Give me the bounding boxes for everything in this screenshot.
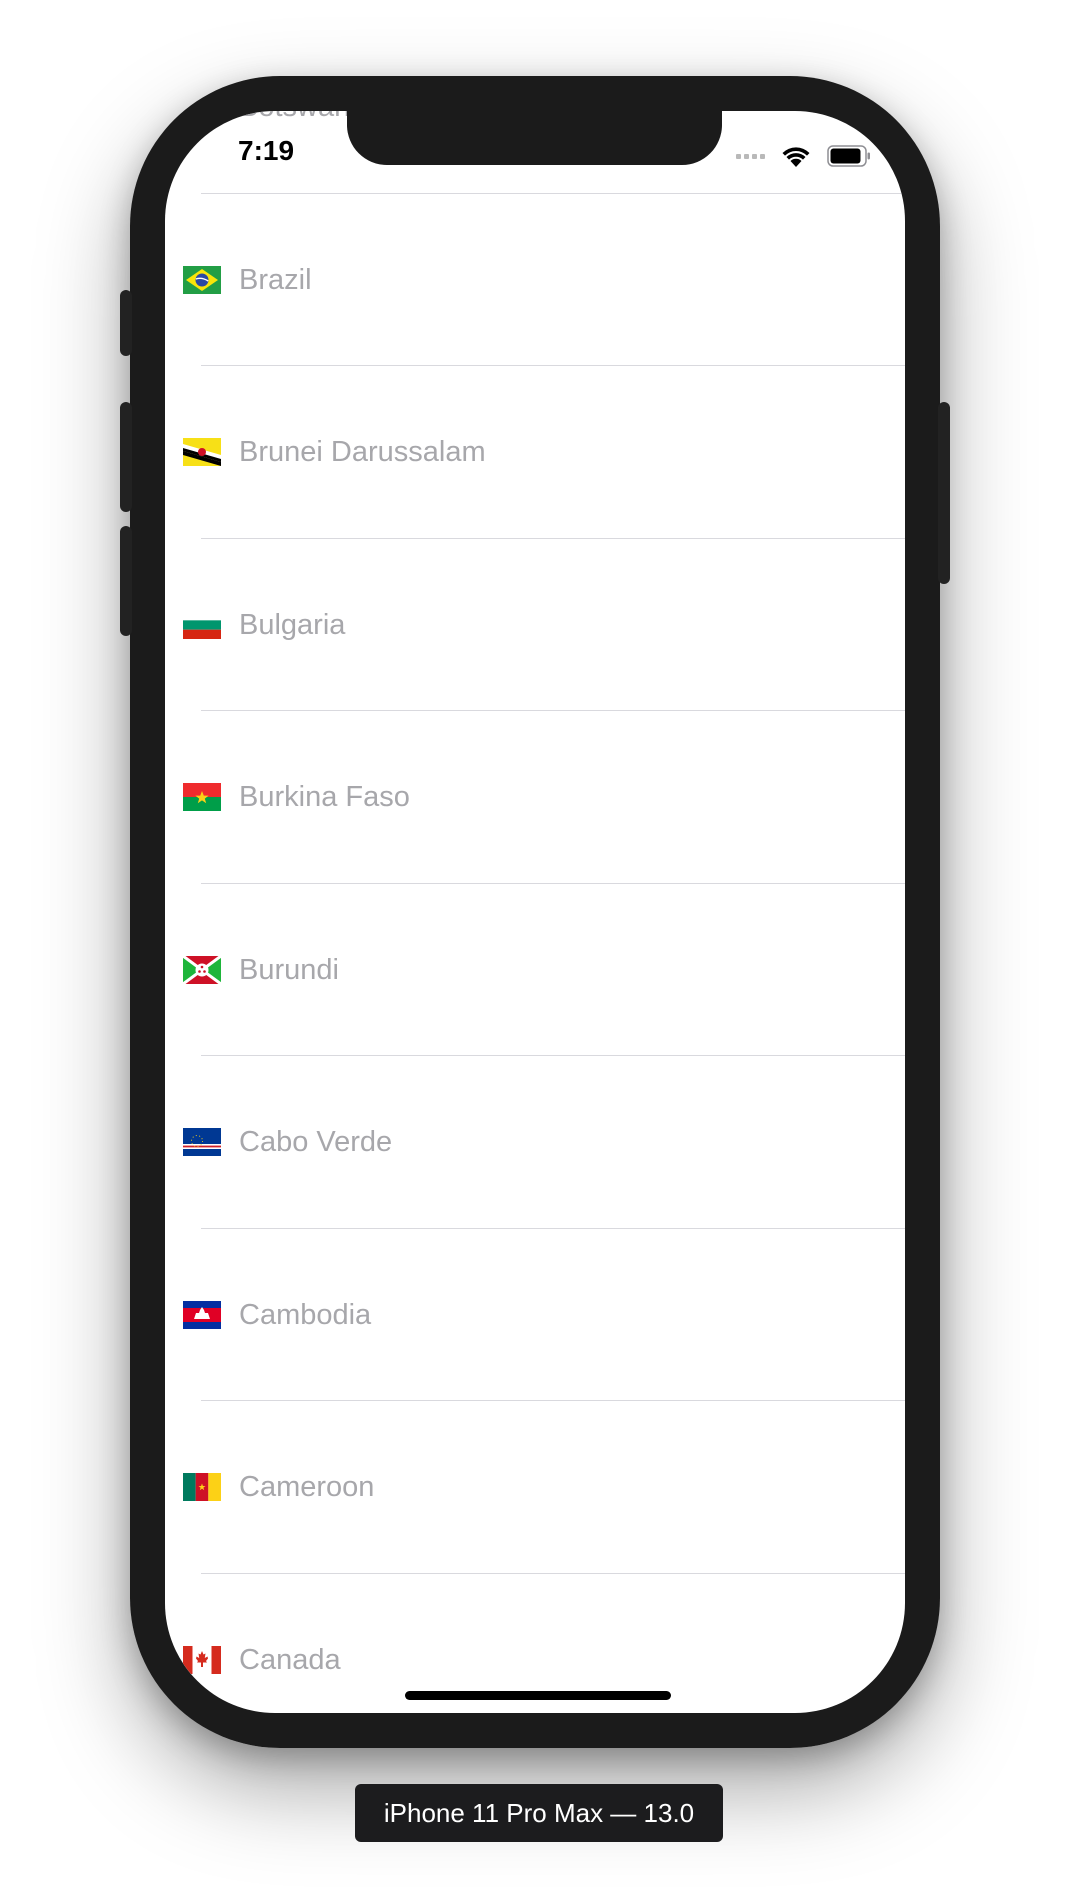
country-name: Cameroon <box>239 1471 375 1503</box>
country-name: Brazil <box>239 263 312 296</box>
cameroon-flag-icon <box>183 1473 221 1501</box>
status-bar-icons <box>736 141 871 171</box>
cambodia-flag-icon <box>183 1300 221 1329</box>
volume-down-button <box>120 526 132 636</box>
battery-icon <box>827 145 870 167</box>
brazil-flag-icon <box>183 265 221 294</box>
list-item[interactable]: Cambodia <box>165 1229 905 1401</box>
status-bar-time: 7:19 <box>238 135 295 166</box>
botswana-flag-icon <box>183 111 221 121</box>
bulgaria-flag-icon <box>183 610 221 639</box>
wifi-icon <box>782 147 810 167</box>
list-item[interactable]: Cabo Verde <box>165 1056 905 1229</box>
country-list[interactable]: Botswana Brazil <box>165 111 905 1713</box>
country-name: Bulgaria <box>239 608 346 641</box>
power-button <box>938 402 950 584</box>
burundi-flag-icon <box>183 955 221 984</box>
country-name: Burundi <box>239 953 339 986</box>
home-indicator[interactable] <box>405 1691 671 1700</box>
volume-up-button <box>120 402 132 512</box>
country-name: Canada <box>239 1643 341 1676</box>
silent-switch <box>120 290 132 356</box>
burkina-faso-flag-icon <box>183 783 221 811</box>
country-name: Cabo Verde <box>239 1126 393 1158</box>
device-screen: Botswana Brazil <box>165 111 905 1713</box>
simulator-device-label: iPhone 11 Pro Max — 13.0 <box>355 1784 723 1842</box>
country-name: Cambodia <box>239 1298 372 1331</box>
brunei-flag-icon <box>183 438 221 466</box>
country-name: Brunei Darussalam <box>239 436 486 468</box>
list-item[interactable]: Brunei Darussalam <box>165 366 905 539</box>
canada-flag-icon <box>183 1645 221 1674</box>
cellular-signal-icon <box>736 153 765 159</box>
list-item[interactable]: Bulgaria <box>165 539 905 711</box>
list-item[interactable]: Cameroon <box>165 1401 905 1574</box>
cabo-verde-flag-icon <box>183 1128 221 1156</box>
device-notch <box>347 111 722 165</box>
list-item[interactable]: Burkina Faso <box>165 711 905 884</box>
list-item[interactable]: Brazil <box>165 194 905 366</box>
list-item[interactable]: Burundi <box>165 884 905 1056</box>
country-name: Burkina Faso <box>239 781 410 813</box>
